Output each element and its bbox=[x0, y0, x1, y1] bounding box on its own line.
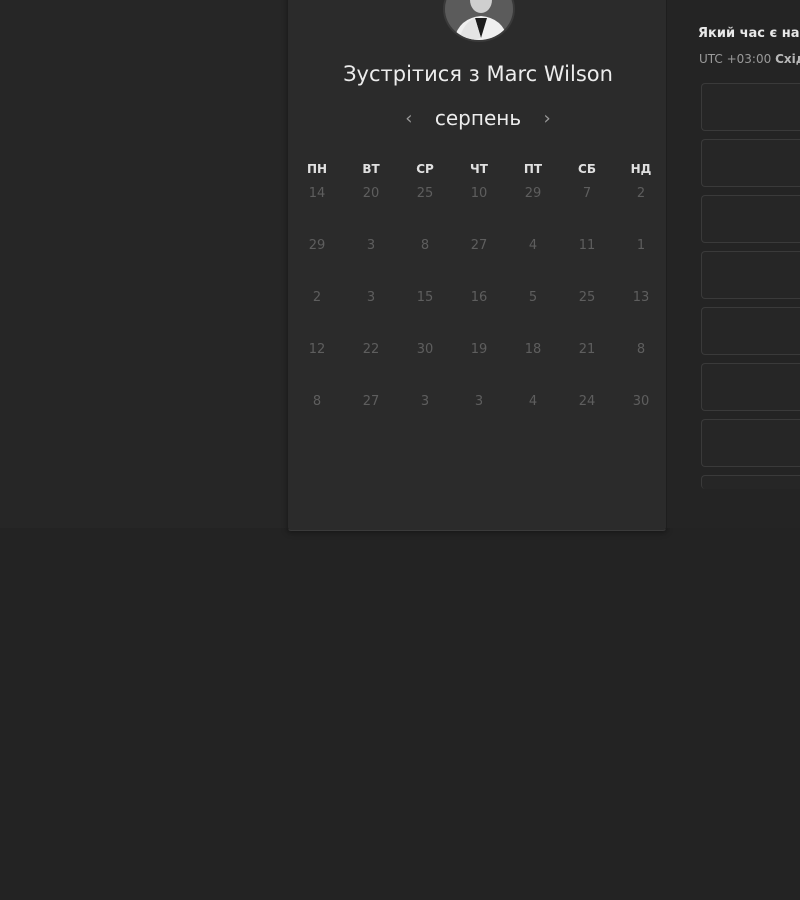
time-slot-button[interactable] bbox=[701, 83, 800, 131]
timezone-label[interactable]: UTC +03:00 Схід bbox=[699, 52, 800, 66]
time-question: Який час є на bbox=[698, 26, 800, 41]
calendar-day: 16 bbox=[470, 290, 488, 305]
calendar-day: 10 bbox=[470, 186, 488, 201]
calendar-day: 8 bbox=[312, 394, 322, 409]
time-slot-button[interactable] bbox=[701, 419, 800, 467]
next-month-button[interactable]: › bbox=[539, 107, 555, 129]
calendar-day: 3 bbox=[474, 394, 484, 409]
calendar-day: 29 bbox=[308, 238, 326, 253]
calendar-day: 2 bbox=[636, 186, 646, 201]
time-slot-button[interactable] bbox=[701, 251, 800, 299]
calendar-day: 11 bbox=[578, 238, 596, 253]
calendar-day: 2 bbox=[312, 290, 322, 305]
calendar-day: 24 bbox=[578, 394, 596, 409]
time-slot-button[interactable] bbox=[701, 307, 800, 355]
calendar-day: 30 bbox=[632, 394, 650, 409]
weekday-header: ПН ВТ СР ЧТ ПТ СБ НД bbox=[290, 162, 668, 176]
calendar-day: 1 bbox=[636, 238, 646, 253]
calendar-day: 4 bbox=[528, 238, 538, 253]
calendar-day: 25 bbox=[416, 186, 434, 201]
month-navigation: ‹ серпень › bbox=[288, 104, 668, 132]
calendar-day: 12 bbox=[308, 342, 326, 357]
time-slot-button[interactable] bbox=[701, 139, 800, 187]
calendar-day: 22 bbox=[362, 342, 380, 357]
calendar-day: 19 bbox=[470, 342, 488, 357]
calendar-day: 15 bbox=[416, 290, 434, 305]
weekday-label: СР bbox=[416, 162, 434, 176]
calendar-day: 3 bbox=[366, 290, 376, 305]
calendar-grid: 14 20 25 10 29 7 2 29 3 8 27 4 11 1 2 3 … bbox=[290, 186, 668, 446]
calendar-day: 13 bbox=[632, 290, 650, 305]
calendar-day: 29 bbox=[524, 186, 542, 201]
avatar-photo bbox=[445, 0, 513, 40]
weekday-label: НД bbox=[630, 162, 652, 176]
page-title: Зустрітися з Marc Wilson bbox=[343, 62, 613, 86]
time-slot-list bbox=[701, 83, 800, 489]
calendar-day: 25 bbox=[578, 290, 596, 305]
calendar-day: 8 bbox=[420, 238, 430, 253]
calendar-day: 7 bbox=[582, 186, 592, 201]
calendar-day: 5 bbox=[528, 290, 538, 305]
calendar-day: 3 bbox=[366, 238, 376, 253]
calendar-day: 4 bbox=[528, 394, 538, 409]
calendar-day: 27 bbox=[362, 394, 380, 409]
calendar-day: 14 bbox=[308, 186, 326, 201]
weekday-label: ПТ bbox=[523, 162, 543, 176]
time-slot-button[interactable] bbox=[701, 475, 800, 489]
calendar-day: 27 bbox=[470, 238, 488, 253]
timezone-name: Схід bbox=[775, 52, 800, 66]
weekday-label: ПН bbox=[306, 162, 328, 176]
calendar-day: 30 bbox=[416, 342, 434, 357]
time-slot-panel: Який час є на UTC +03:00 Схід bbox=[667, 0, 800, 528]
calendar-day: 20 bbox=[362, 186, 380, 201]
host-avatar bbox=[443, 0, 515, 42]
calendar-day: 8 bbox=[636, 342, 646, 357]
timezone-offset: UTC +03:00 bbox=[699, 52, 772, 66]
prev-month-button[interactable]: ‹ bbox=[401, 107, 417, 129]
month-label: серпень bbox=[434, 106, 522, 130]
time-slot-button[interactable] bbox=[701, 195, 800, 243]
calendar-day: 21 bbox=[578, 342, 596, 357]
weekday-label: СБ bbox=[578, 162, 596, 176]
time-slot-button[interactable] bbox=[701, 363, 800, 411]
weekday-label: ЧТ bbox=[470, 162, 488, 176]
calendar-day: 3 bbox=[420, 394, 430, 409]
calendar-card: Зустрітися з Marc Wilson ‹ серпень › ПН … bbox=[287, 0, 667, 531]
booking-page: Зустрітися з Marc Wilson ‹ серпень › ПН … bbox=[0, 0, 800, 900]
weekday-label: ВТ bbox=[362, 162, 380, 176]
calendar-day: 18 bbox=[524, 342, 542, 357]
